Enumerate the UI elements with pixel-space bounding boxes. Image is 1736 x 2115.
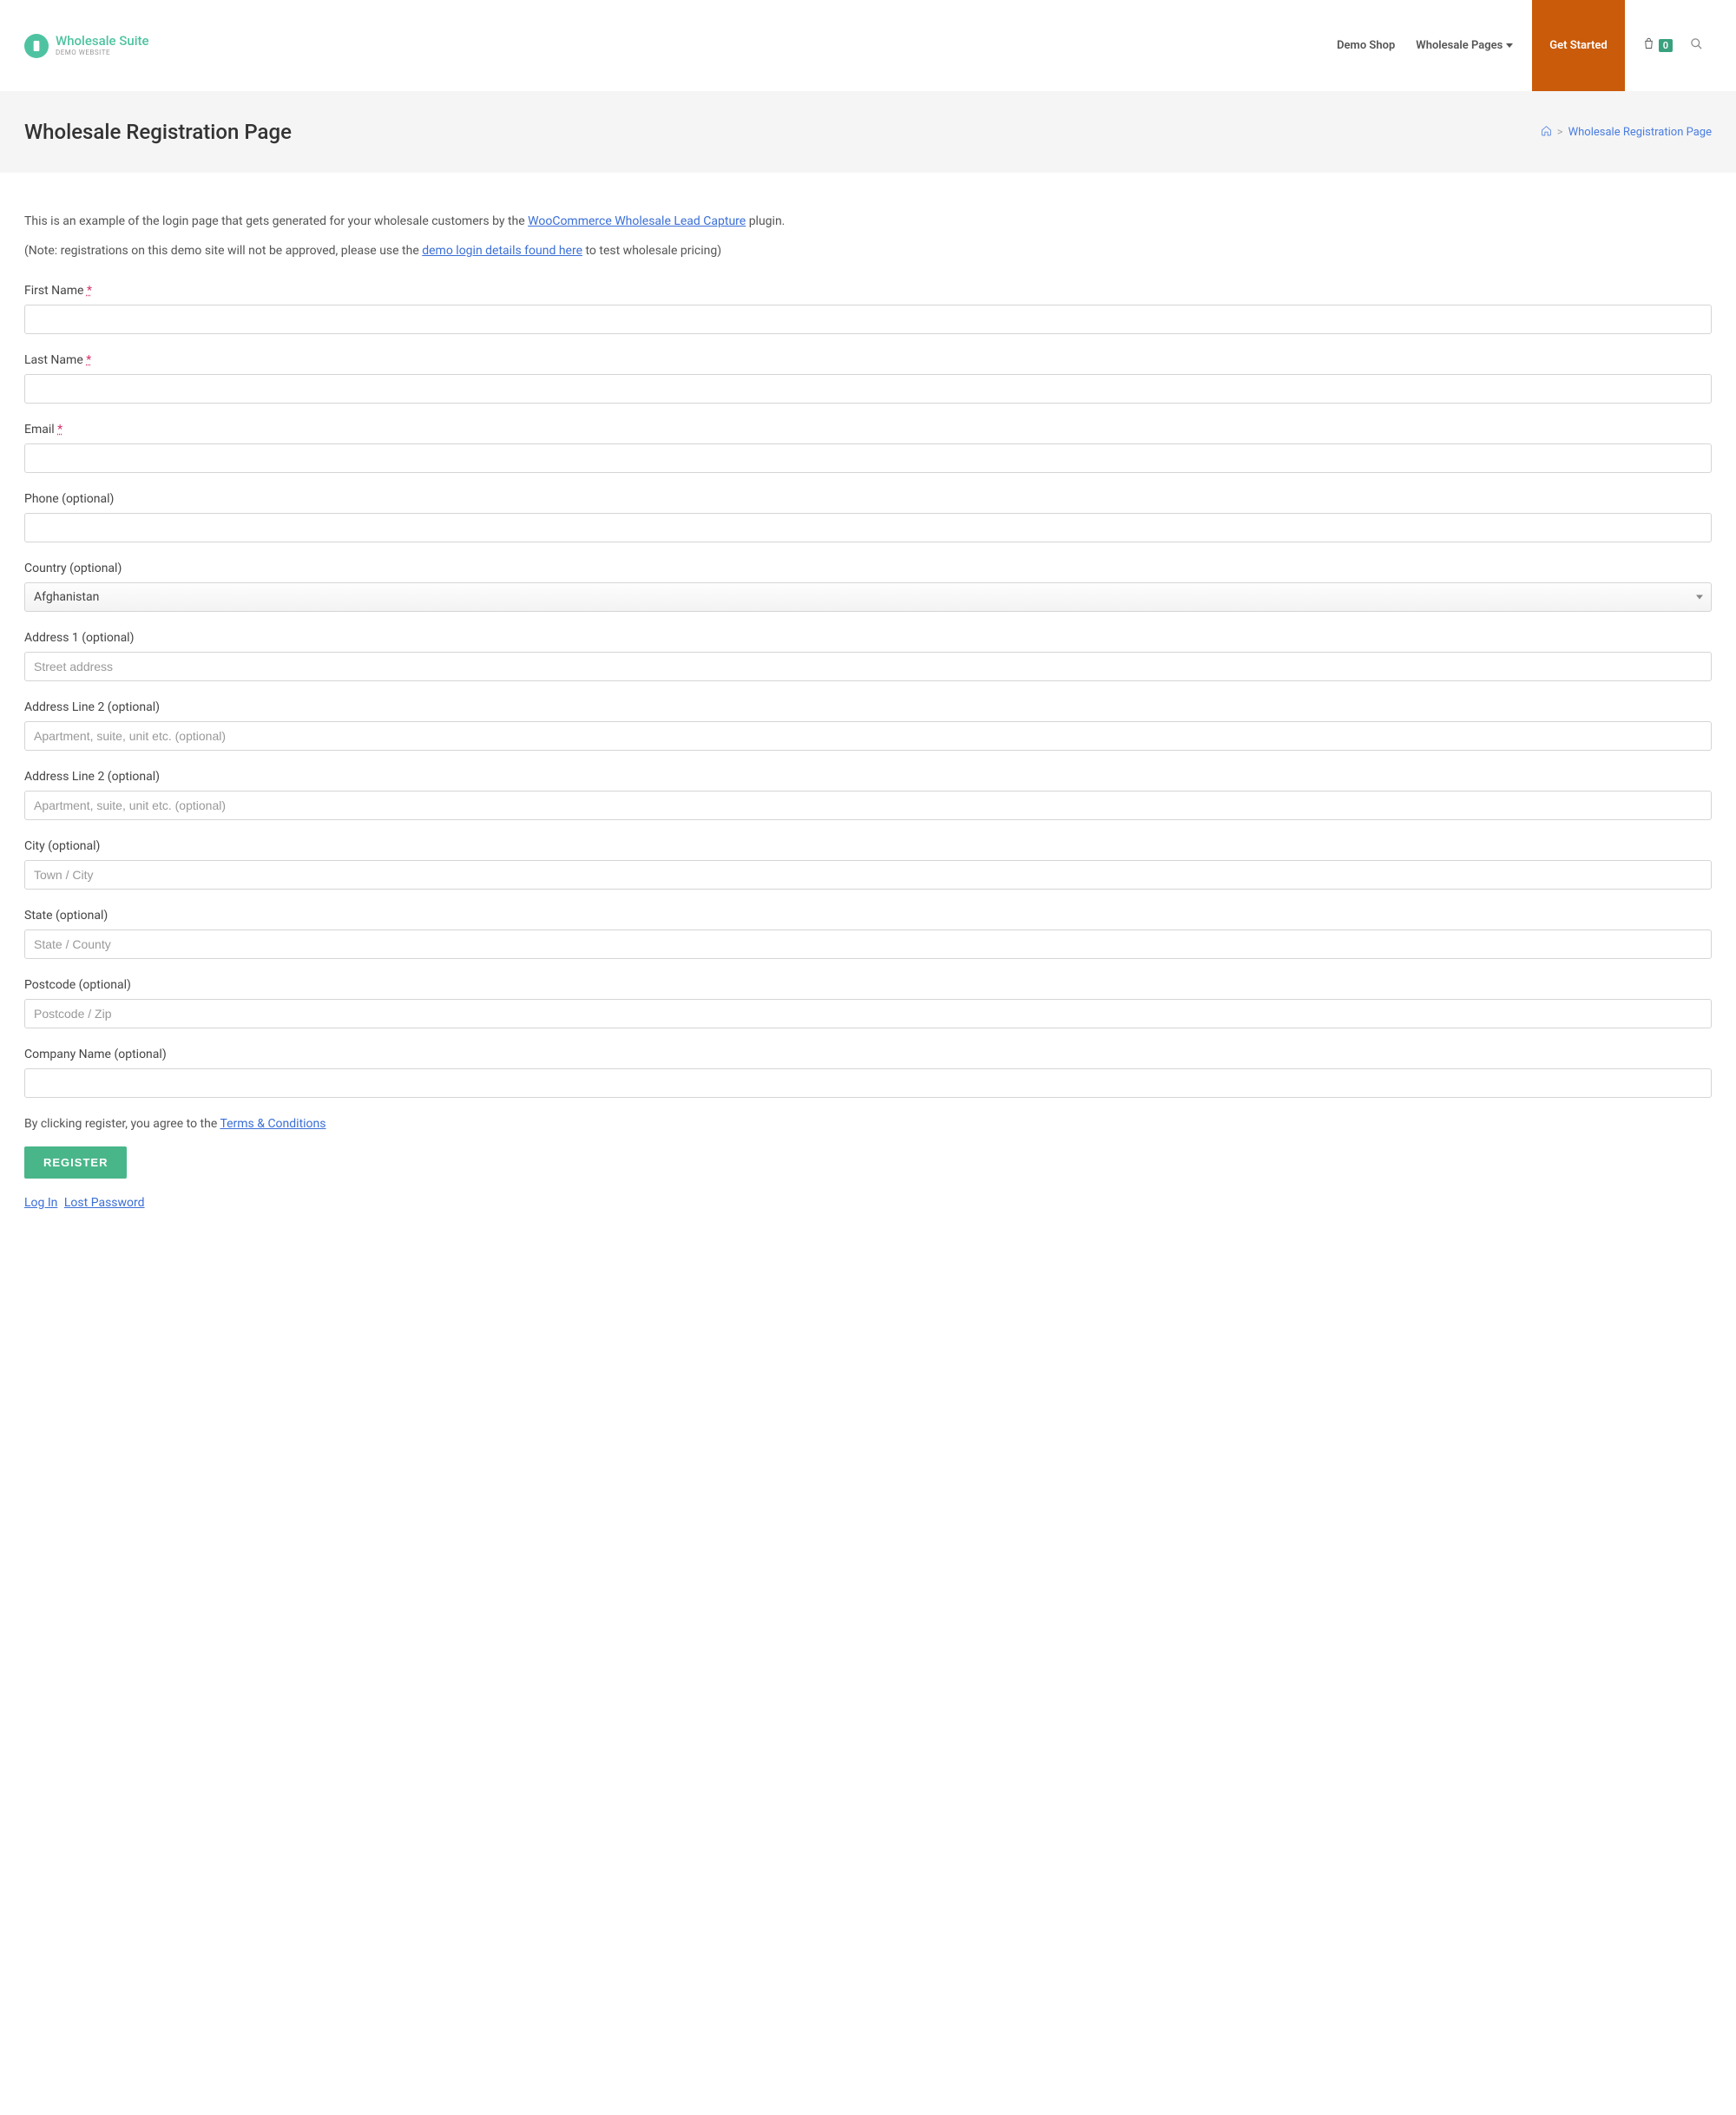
terms-text: By clicking register, you agree to the T… [24, 1117, 1712, 1131]
field-first-name: First Name * [24, 284, 1712, 334]
nav-get-started[interactable]: Get Started [1532, 0, 1624, 91]
log-in-link[interactable]: Log In [24, 1196, 57, 1210]
required-marker: * [87, 284, 92, 298]
first-name-input[interactable] [24, 305, 1712, 334]
note-link[interactable]: demo login details found here [422, 244, 582, 258]
home-icon [1541, 127, 1552, 140]
address-1-input[interactable] [24, 652, 1712, 681]
bag-icon [1642, 37, 1655, 54]
chevron-down-icon [1506, 43, 1513, 48]
postcode-input[interactable] [24, 999, 1712, 1028]
search-icon [1690, 40, 1703, 54]
terms-link[interactable]: Terms & Conditions [220, 1117, 326, 1131]
terms-before: By clicking register, you agree to the [24, 1117, 220, 1131]
intro-after: plugin. [746, 214, 785, 228]
city-input[interactable] [24, 860, 1712, 890]
note-after: to test wholesale pricing) [582, 244, 721, 258]
address-line-2b-label: Address Line 2 (optional) [24, 770, 1712, 784]
logo-text: Wholesale Suite DEMO WEBSITE [56, 35, 149, 56]
field-phone: Phone (optional) [24, 492, 1712, 542]
logo[interactable]: Wholesale Suite DEMO WEBSITE [24, 34, 149, 58]
field-country: Country (optional) Afghanistan [24, 562, 1712, 612]
address-line-2b-input[interactable] [24, 791, 1712, 820]
address-1-label: Address 1 (optional) [24, 631, 1712, 645]
nav-demo-shop[interactable]: Demo Shop [1326, 0, 1405, 91]
country-select[interactable]: Afghanistan [24, 582, 1712, 612]
main-nav: Demo Shop Wholesale Pages Get Started 0 [1326, 0, 1712, 91]
search-button[interactable] [1681, 37, 1712, 54]
field-city: City (optional) [24, 839, 1712, 890]
state-label: State (optional) [24, 909, 1712, 923]
address-line-2a-input[interactable] [24, 721, 1712, 751]
required-marker: * [57, 423, 62, 437]
page-header: Wholesale Registration Page > Wholesale … [0, 91, 1736, 173]
breadcrumb-separator: > [1557, 126, 1563, 139]
company-name-label: Company Name (optional) [24, 1048, 1712, 1061]
phone-input[interactable] [24, 513, 1712, 542]
state-input[interactable] [24, 929, 1712, 959]
note-before: (Note: registrations on this demo site w… [24, 244, 422, 258]
register-button[interactable]: REGISTER [24, 1146, 127, 1179]
breadcrumb-home[interactable] [1541, 125, 1552, 140]
intro-text: This is an example of the login page tha… [24, 214, 1712, 228]
country-select-wrapper: Afghanistan [24, 582, 1712, 612]
last-name-label: Last Name * [24, 353, 1712, 367]
field-address-line-2b: Address Line 2 (optional) [24, 770, 1712, 820]
field-address-line-2a: Address Line 2 (optional) [24, 700, 1712, 751]
nav-wholesale-pages-label: Wholesale Pages [1416, 39, 1503, 52]
field-state: State (optional) [24, 909, 1712, 959]
company-name-input[interactable] [24, 1068, 1712, 1098]
logo-title: Wholesale Suite [56, 35, 149, 48]
city-label: City (optional) [24, 839, 1712, 853]
field-last-name: Last Name * [24, 353, 1712, 404]
email-input[interactable] [24, 443, 1712, 473]
email-label: Email * [24, 423, 1712, 437]
postcode-label: Postcode (optional) [24, 978, 1712, 992]
field-email: Email * [24, 423, 1712, 473]
cart-link[interactable]: 0 [1634, 37, 1681, 54]
note-text: (Note: registrations on this demo site w… [24, 244, 1712, 258]
last-name-input[interactable] [24, 374, 1712, 404]
logo-subtitle: DEMO WEBSITE [56, 49, 149, 56]
aux-links: Log In Lost Password [24, 1196, 1712, 1210]
page-title: Wholesale Registration Page [24, 120, 292, 144]
address-line-2a-label: Address Line 2 (optional) [24, 700, 1712, 714]
breadcrumb: > Wholesale Registration Page [1541, 125, 1712, 140]
phone-label: Phone (optional) [24, 492, 1712, 506]
first-name-label: First Name * [24, 284, 1712, 298]
field-postcode: Postcode (optional) [24, 978, 1712, 1028]
logo-icon [24, 34, 49, 58]
nav-wholesale-pages[interactable]: Wholesale Pages [1405, 0, 1523, 91]
intro-before: This is an example of the login page tha… [24, 214, 528, 228]
site-header: Wholesale Suite DEMO WEBSITE Demo Shop W… [0, 0, 1736, 91]
field-address-1: Address 1 (optional) [24, 631, 1712, 681]
field-company-name: Company Name (optional) [24, 1048, 1712, 1098]
country-label: Country (optional) [24, 562, 1712, 575]
page-content: This is an example of the login page tha… [0, 173, 1736, 1251]
required-marker: * [86, 353, 91, 367]
cart-count: 0 [1659, 39, 1673, 52]
intro-link[interactable]: WooCommerce Wholesale Lead Capture [528, 214, 746, 228]
lost-password-link[interactable]: Lost Password [64, 1196, 145, 1210]
breadcrumb-current: Wholesale Registration Page [1568, 126, 1712, 139]
